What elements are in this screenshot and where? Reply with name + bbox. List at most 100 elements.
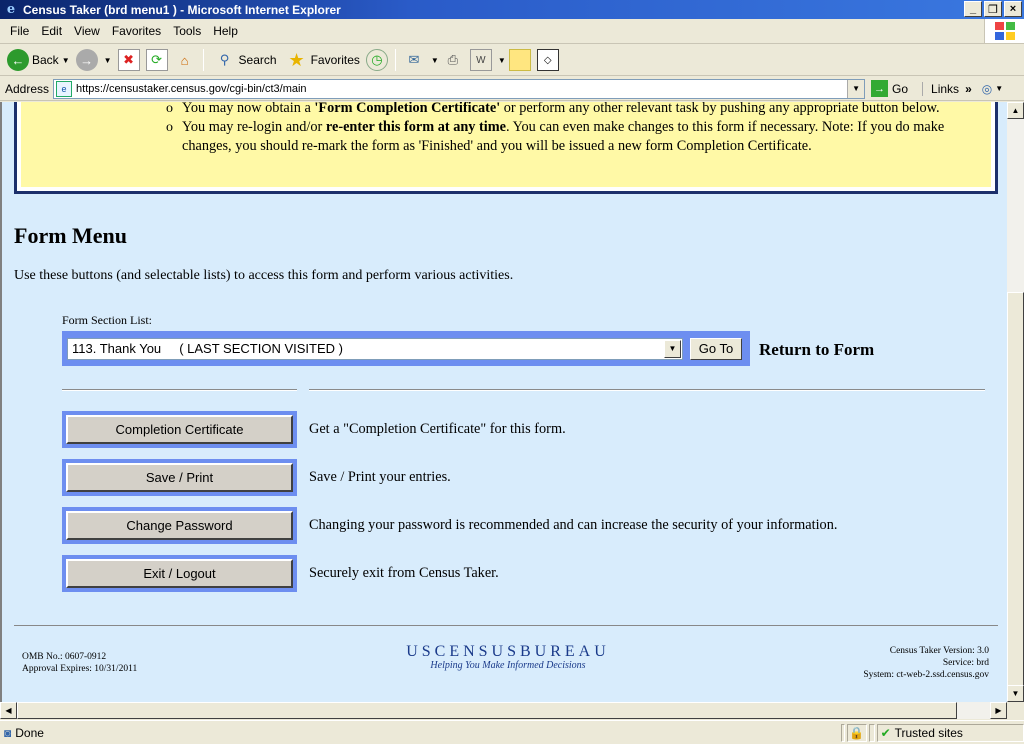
title-bar[interactable]: e Census Taker (brd menu1 ) - Microsoft … <box>0 0 1024 19</box>
toolbar: ← Back ▼ → ▼ ✖ ⟳ ⌂ ⚲ Search ★ Favorites … <box>0 45 1024 76</box>
address-bar: Address e https://censustaker.census.gov… <box>0 77 1024 101</box>
go-label: Go <box>892 81 909 96</box>
address-input[interactable]: e https://censustaker.census.gov/cgi-bin… <box>53 78 866 99</box>
menu-favorites[interactable]: Favorites <box>106 24 167 38</box>
approval-expires: Approval Expires: 10/31/2011 <box>22 664 138 674</box>
refresh-icon[interactable]: ⟳ <box>145 49 168 71</box>
print-icon[interactable]: ⎙ <box>442 49 464 71</box>
page-title: Form Menu <box>14 223 128 248</box>
home-icon[interactable]: ⌂ <box>174 49 196 71</box>
status-bar: ◙ Done 🔒 ✔ Trusted sites <box>0 720 1024 744</box>
menu-file[interactable]: File <box>4 24 35 38</box>
edit-icon[interactable]: W <box>469 49 492 71</box>
section-select[interactable]: 113. Thank You ( LAST SECTION VISITED ) … <box>67 337 683 360</box>
exit-logout-button[interactable]: Exit / Logout <box>66 559 293 588</box>
menu-help[interactable]: Help <box>207 24 244 38</box>
menu-view[interactable]: View <box>68 24 106 38</box>
forward-button[interactable]: → ▼ <box>73 47 115 73</box>
service-text: Service: brd <box>942 658 989 668</box>
version-text: Census Taker Version: 3.0 <box>889 646 989 656</box>
hscroll-thumb[interactable] <box>17 702 957 719</box>
minimize-button[interactable]: _ <box>964 1 982 17</box>
scroll-right-icon[interactable]: ▶ <box>990 702 1007 719</box>
change-password-button[interactable]: Change Password <box>66 511 293 540</box>
status-cell <box>868 723 875 742</box>
scroll-up-icon[interactable]: ▲ <box>1007 102 1024 119</box>
change-password-frame: Change Password <box>62 507 297 544</box>
history-icon[interactable]: ◷ <box>365 49 388 71</box>
stop-icon[interactable]: ✖ <box>117 49 140 71</box>
horizontal-scrollbar[interactable]: ◀ ▶ <box>0 702 1007 719</box>
scroll-down-icon[interactable]: ▼ <box>1007 685 1024 702</box>
status-text: Done <box>15 725 44 740</box>
chevron-down-icon[interactable]: ▼ <box>664 339 681 358</box>
scroll-left-icon[interactable]: ◀ <box>0 702 17 719</box>
chevron-down-icon[interactable]: ▼ <box>431 56 439 65</box>
ie-icon: e <box>6 2 16 17</box>
links-label: Links <box>931 81 960 96</box>
go-arrow-icon: → <box>871 80 889 97</box>
chevron-down-icon[interactable]: ▼ <box>498 56 506 65</box>
toolbar-extension-icon[interactable]: ◎ <box>982 82 992 96</box>
menu-edit[interactable]: Edit <box>35 24 68 38</box>
go-button[interactable]: → Go <box>871 80 908 97</box>
search-label: Search <box>238 53 277 67</box>
save-print-button[interactable]: Save / Print <box>66 463 293 492</box>
scroll-thumb[interactable] <box>1007 292 1024 687</box>
save-print-desc: Save / Print your entries. <box>309 469 451 485</box>
menu-tools[interactable]: Tools <box>167 24 207 38</box>
completion-certificate-button[interactable]: Completion Certificate <box>66 415 293 444</box>
menu-bar: File Edit View Favorites Tools Help <box>0 19 1024 44</box>
status-cell <box>840 723 845 742</box>
vertical-scrollbar[interactable]: ▲ ▼ <box>1007 102 1024 702</box>
change-password-desc: Changing your password is recommended an… <box>309 517 838 533</box>
divider <box>309 389 985 391</box>
chevron-down-icon[interactable]: ▼ <box>995 84 1003 93</box>
favorites-button[interactable]: ★ Favorites <box>280 47 363 73</box>
messenger-icon[interactable]: ◇ <box>536 49 559 71</box>
logo-main-text: USCENSUSBUREAU <box>406 643 610 660</box>
mail-icon[interactable]: ✉ <box>403 49 425 71</box>
window-title: Census Taker (brd menu1 ) - Microsoft In… <box>23 2 341 17</box>
notes-icon[interactable] <box>508 49 531 71</box>
search-button[interactable]: ⚲ Search <box>208 47 280 73</box>
window-controls: _ ❐ × <box>964 1 1022 17</box>
footer-omb: OMB No.: 0607-0912 Approval Expires: 10/… <box>22 651 137 675</box>
toolbar-divider <box>394 49 396 71</box>
footer-divider <box>14 625 998 626</box>
page-content: You may now obtain a 'Form Completion Ce… <box>0 102 1007 702</box>
address-url[interactable]: https://censustaker.census.gov/cgi-bin/c… <box>76 83 307 95</box>
omb-number: OMB No.: 0607-0912 <box>22 652 107 662</box>
logo-tagline: Helping You Make Informed Decisions <box>430 660 586 671</box>
double-chevron-icon[interactable]: » <box>965 82 972 96</box>
zone-text: Trusted sites <box>894 725 963 740</box>
page-done-icon: ◙ <box>4 725 12 740</box>
census-bureau-logo[interactable]: USCENSUSBUREAU Helping You Make Informed… <box>403 643 613 671</box>
search-icon: ⚲ <box>219 52 230 67</box>
back-button[interactable]: ← Back ▼ <box>4 47 73 73</box>
restore-button[interactable]: ❐ <box>984 1 1002 17</box>
exit-logout-frame: Exit / Logout <box>62 555 297 592</box>
notice-list: You may now obtain a 'Form Completion Ce… <box>166 102 956 156</box>
notice-item: You may now obtain a 'Form Completion Ce… <box>166 102 956 118</box>
address-label: Address <box>5 81 50 96</box>
address-dropdown-icon[interactable]: ▼ <box>847 79 865 98</box>
trusted-check-icon: ✔ <box>880 725 891 740</box>
goto-button[interactable]: Go To <box>690 337 742 360</box>
favorites-label: Favorites <box>310 53 360 67</box>
section-list-label: Form Section List: <box>62 313 152 327</box>
divider <box>62 389 297 391</box>
windows-logo-icon <box>984 19 1024 43</box>
close-button[interactable]: × <box>1004 1 1022 17</box>
section-list-frame: 113. Thank You ( LAST SECTION VISITED ) … <box>62 331 750 366</box>
section-select-value: 113. Thank You ( LAST SECTION VISITED ) <box>72 341 343 356</box>
links-button[interactable]: Links » ◎ ▼ <box>922 81 1003 96</box>
return-to-form-label: Return to Form <box>759 340 875 359</box>
completion-certificate-frame: Completion Certificate <box>62 411 297 448</box>
notice-box: You may now obtain a 'Form Completion Ce… <box>14 102 998 194</box>
system-text: System: ct-web-2.ssd.census.gov <box>863 670 989 680</box>
security-zone: ✔ Trusted sites <box>876 723 1024 742</box>
completion-certificate-desc: Get a "Completion Certificate" for this … <box>309 421 566 437</box>
chevron-down-icon[interactable]: ▼ <box>62 56 70 65</box>
chevron-down-icon[interactable]: ▼ <box>104 56 112 65</box>
